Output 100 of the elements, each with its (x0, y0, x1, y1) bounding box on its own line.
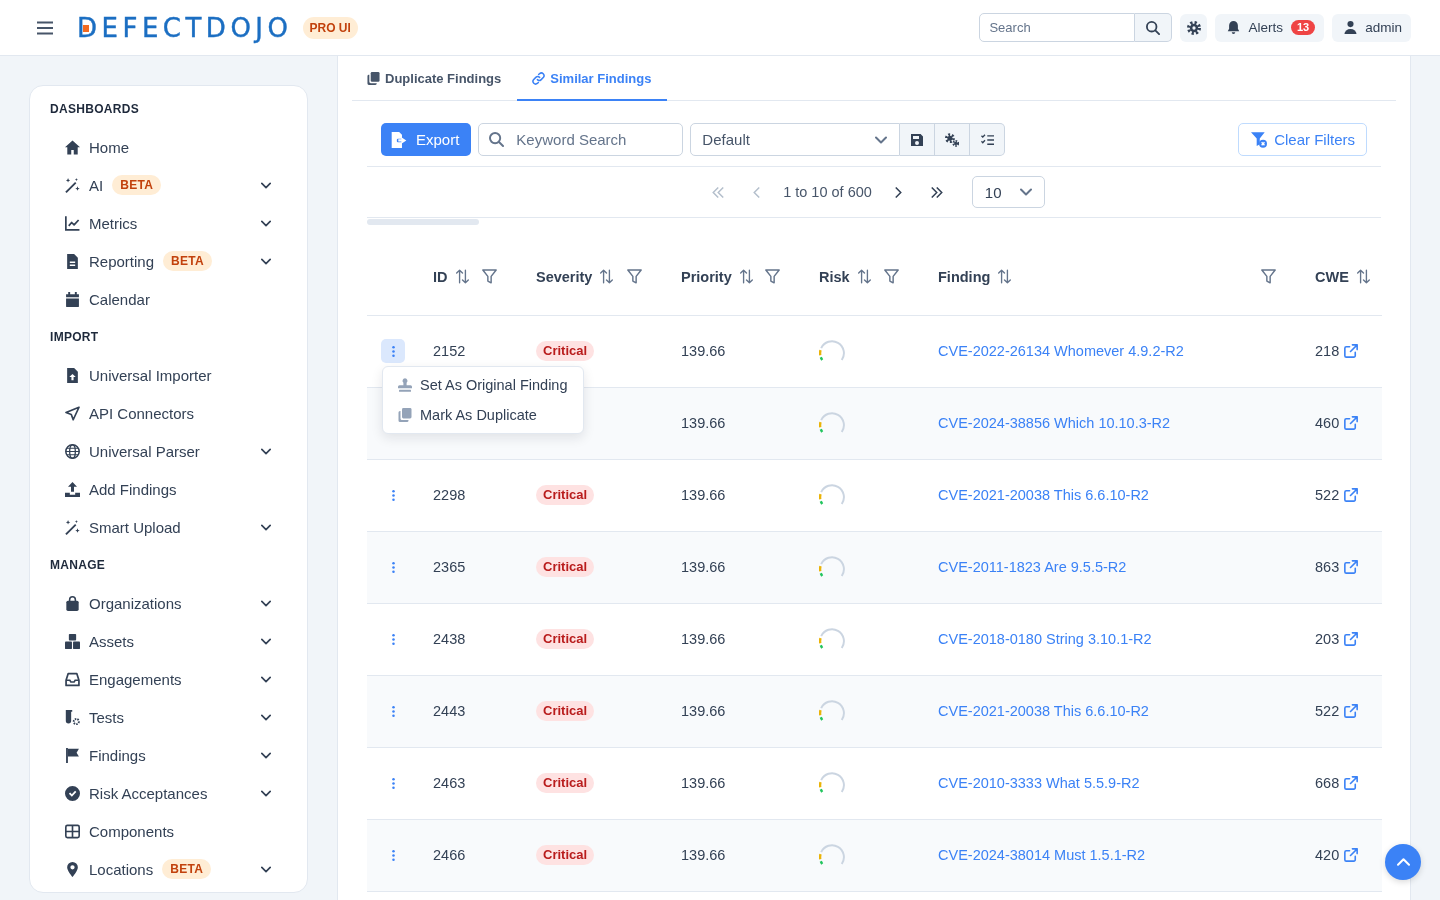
search-field[interactable]: Search (979, 13, 1136, 42)
menu-item[interactable]: Set As Original Finding (383, 370, 583, 400)
sidebar-link[interactable]: Findings (65, 746, 146, 764)
finding-link[interactable]: CVE-2024-38856 Which 10.10.3-R2 (938, 415, 1171, 431)
section-heading: DASHBOARDS (50, 102, 139, 116)
column-header: CWE (1315, 268, 1349, 285)
cwe-link[interactable]: 863 (1315, 559, 1359, 575)
page-size-select[interactable]: 10 (971, 176, 1045, 208)
search-icon (489, 132, 505, 147)
sidebar-link[interactable]: Locations (65, 860, 154, 878)
flag-icon (65, 747, 80, 763)
finding-link[interactable]: CVE-2024-38014 Must 1.5.1-R2 (938, 847, 1146, 863)
finding-link[interactable]: CVE-2010-3333 What 5.5.9-R2 (938, 775, 1140, 791)
sort-icon[interactable] (600, 269, 614, 285)
alert-count-badge: 13 (1290, 20, 1316, 35)
external-link-icon (1344, 560, 1359, 574)
bag-icon (65, 595, 80, 611)
filter-icon[interactable] (1261, 269, 1276, 285)
filter-icon[interactable] (884, 269, 899, 285)
keyword-search-field[interactable]: Keyword Search (478, 123, 684, 156)
finding-link[interactable]: CVE-2022-26134 Whomever 4.9.2-R2 (938, 343, 1184, 359)
finding-link[interactable]: CVE-2018-0180 String 3.10.1-R2 (938, 631, 1152, 647)
chevron-down-icon[interactable] (261, 523, 271, 531)
cwe-link[interactable]: 522 (1315, 487, 1359, 503)
sidebar-link[interactable]: Assets (65, 632, 134, 650)
chevron-down-icon[interactable] (261, 713, 271, 721)
sort-icon[interactable] (998, 269, 1012, 285)
view-select[interactable]: Default (690, 123, 901, 156)
chevron-down-icon[interactable] (261, 181, 271, 189)
filter-icon[interactable] (482, 269, 497, 285)
sort-icon[interactable] (857, 269, 871, 285)
finding-link[interactable]: CVE-2021-20038 This 6.6.10-R2 (938, 703, 1149, 719)
chevron-down-icon[interactable] (261, 257, 271, 265)
sidebar-link[interactable]: AI (65, 176, 104, 194)
user-menu-button[interactable]: admin (1332, 13, 1411, 42)
sidebar-link[interactable]: Tests (65, 708, 124, 726)
sidebar-link[interactable]: Metrics (65, 214, 138, 232)
cwe-link[interactable]: 218 (1315, 343, 1359, 359)
cwe-link[interactable]: 203 (1315, 631, 1359, 647)
chevron-down-icon[interactable] (261, 789, 271, 797)
sidebar-link[interactable]: Organizations (65, 594, 182, 612)
sidebar-link[interactable]: Smart Upload (65, 518, 181, 536)
chevron-down-icon[interactable] (261, 637, 271, 645)
clear-filters-button[interactable]: Clear Filters (1238, 123, 1367, 156)
sidebar-link[interactable]: Home (65, 138, 129, 156)
sidebar-link[interactable]: Universal Parser (65, 442, 200, 460)
chevron-down-icon[interactable] (261, 751, 271, 759)
sidebar-link[interactable]: Universal Importer (65, 366, 212, 384)
chevron-down-icon (1019, 188, 1032, 196)
alerts-button[interactable]: Alerts 13 (1215, 13, 1325, 42)
sidebar-link[interactable]: Components (65, 822, 175, 840)
cwe-link[interactable]: 668 (1315, 775, 1359, 791)
finding-link[interactable]: CVE-2011-1823 Are 9.5.5-R2 (938, 559, 1127, 575)
sidebar-link[interactable]: Add Findings (65, 480, 177, 498)
chevron-down-icon[interactable] (261, 865, 271, 873)
horizontal-scrollbar[interactable] (367, 219, 479, 225)
menu-button[interactable] (37, 20, 53, 35)
cwe-link[interactable]: 460 (1315, 415, 1359, 431)
risk-gauge-icon (819, 700, 845, 722)
sidebar-link[interactable]: Risk Acceptances (65, 784, 208, 802)
chevron-down-icon[interactable] (261, 447, 271, 455)
filter-icon[interactable] (765, 269, 780, 285)
section-heading: IMPORT (50, 330, 99, 344)
chevron-up-icon (1396, 858, 1410, 866)
save-button[interactable] (900, 123, 936, 156)
tab[interactable]: Duplicate Findings (352, 56, 518, 101)
priority-value: 139.66 (681, 775, 726, 791)
scroll-to-top-button[interactable] (1385, 844, 1421, 880)
filter-icon[interactable] (627, 269, 642, 285)
chevron-down-icon[interactable] (261, 675, 271, 683)
sidebar-link[interactable]: Reporting (65, 252, 155, 270)
column-header: Severity (536, 268, 593, 285)
search-button[interactable] (1135, 13, 1173, 42)
chevron-down-icon[interactable] (261, 599, 271, 607)
menu-item[interactable]: Mark As Duplicate (383, 400, 583, 430)
sort-icon[interactable] (739, 269, 753, 285)
sidebar-link[interactable]: Engagements (65, 670, 182, 688)
sidebar-link[interactable]: Calendar (65, 290, 150, 308)
column-header: ID (433, 268, 448, 285)
gears-button[interactable] (935, 123, 971, 156)
kebab-icon (391, 777, 395, 789)
risk-gauge-icon (819, 556, 845, 578)
finding-id: 2438 (433, 631, 466, 647)
keyword-search-input[interactable]: Keyword Search (516, 124, 683, 155)
tab[interactable]: Similar Findings (517, 56, 668, 101)
risk-gauge-icon (819, 844, 845, 866)
checklist-button[interactable] (970, 123, 1006, 156)
export-button[interactable]: Export (381, 123, 472, 156)
row-actions-button[interactable] (381, 339, 405, 363)
sidebar-link[interactable]: API Connectors (65, 404, 195, 422)
sort-icon[interactable] (455, 269, 469, 285)
sort-icon[interactable] (1356, 269, 1370, 285)
settings-button[interactable] (1180, 13, 1208, 42)
risk-gauge-icon (819, 484, 845, 506)
chevron-down-icon[interactable] (261, 219, 271, 227)
send-icon (65, 405, 80, 421)
cwe-link[interactable]: 420 (1315, 847, 1359, 863)
severity-badge: Critical (536, 773, 595, 793)
finding-link[interactable]: CVE-2021-20038 This 6.6.10-R2 (938, 487, 1149, 503)
cwe-link[interactable]: 522 (1315, 703, 1359, 719)
